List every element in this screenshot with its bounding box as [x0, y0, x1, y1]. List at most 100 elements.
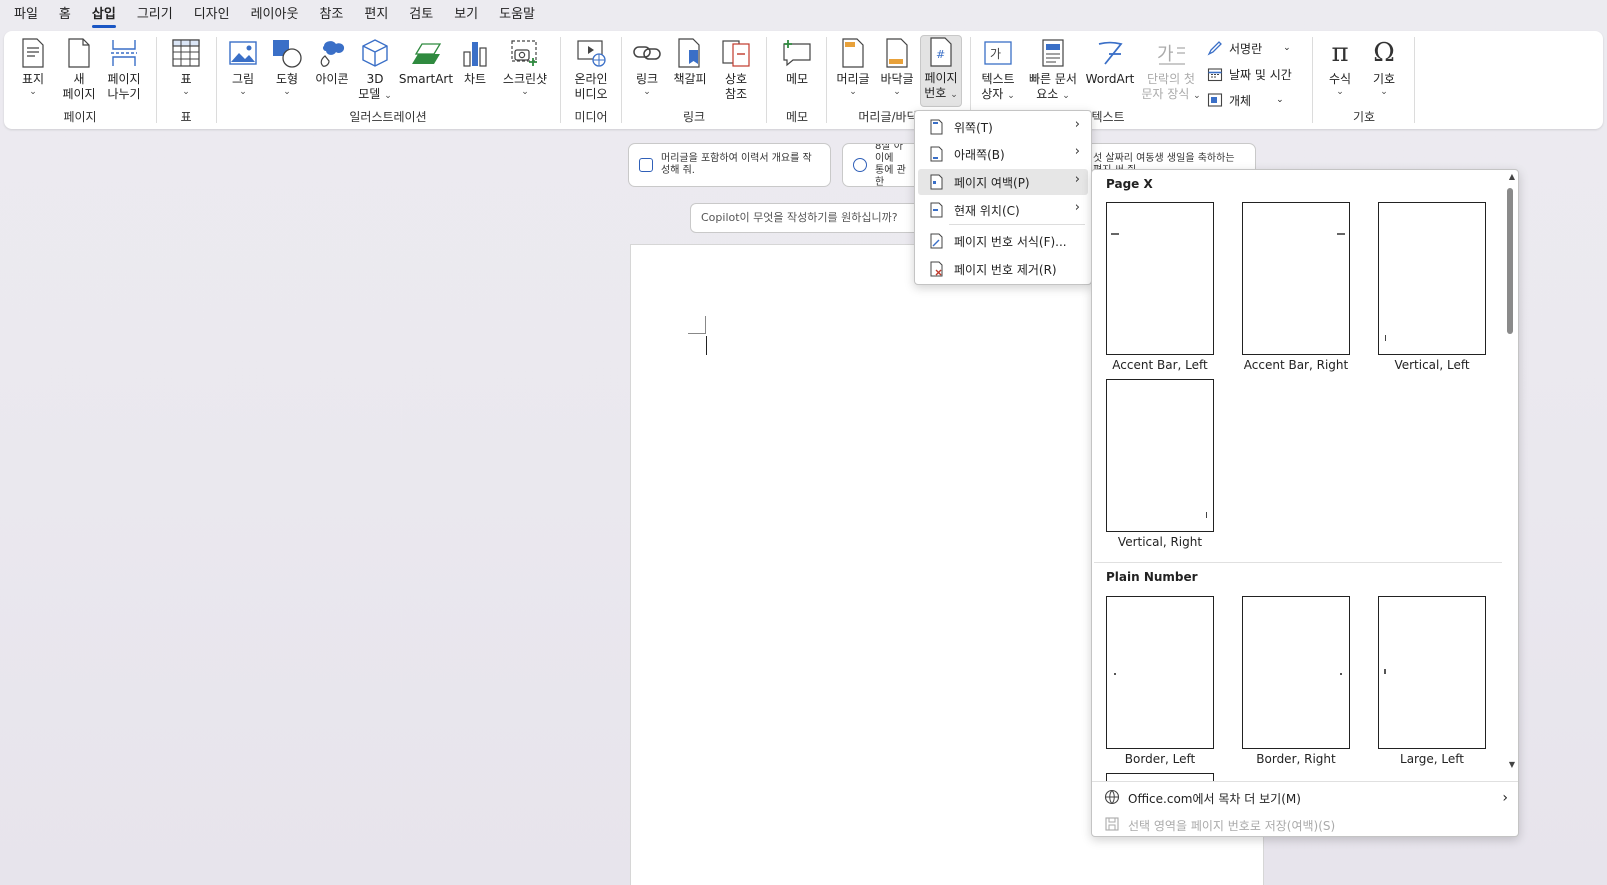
gallery-item-vertical-right[interactable]: [1106, 379, 1214, 532]
chart-button[interactable]: 차트: [456, 37, 494, 87]
more-from-office-button[interactable]: Office.com에서 목차 더 보기(M) ›: [1104, 786, 1508, 810]
group-label-table: 표: [180, 110, 192, 124]
scroll-down-icon[interactable]: ▼: [1509, 760, 1515, 769]
text-box-button[interactable]: 가 텍스트 상자 ⌄: [974, 37, 1022, 102]
gallery-item-accent-bar-left[interactable]: [1106, 202, 1214, 355]
icons-button[interactable]: 아이콘: [312, 37, 352, 87]
text-box-icon: 가: [981, 37, 1015, 69]
link-button[interactable]: 링크 ⌄: [630, 37, 664, 97]
page-number-button[interactable]: # 페이지 번호 ⌄: [920, 35, 962, 107]
gallery-divider: [1094, 562, 1502, 563]
shapes-icon: [270, 37, 304, 69]
bookmark-button[interactable]: 책갈피: [670, 37, 710, 87]
gallery-item-accent-bar-right[interactable]: [1242, 202, 1350, 355]
menu-draw[interactable]: 그리기: [137, 0, 184, 30]
page-number-mark: [1204, 512, 1207, 518]
cover-page-button[interactable]: 표지 ⌄: [18, 37, 48, 97]
group-label-pages: 페이지: [63, 110, 97, 124]
wordart-button[interactable]: WordArt: [1084, 37, 1136, 87]
menu-layout[interactable]: 레이아웃: [251, 0, 310, 30]
symbol-button[interactable]: Ω 기호 ⌄: [1364, 37, 1404, 98]
cross-reference-button[interactable]: 상호 참조: [716, 37, 756, 102]
smartart-icon: [409, 37, 443, 69]
pictures-button[interactable]: 그림 ⌄: [224, 37, 262, 97]
cover-page-icon: [16, 37, 50, 69]
menu-item-remove-page-numbers[interactable]: 페이지 번호 제거(R): [918, 256, 1088, 282]
signature-line-button[interactable]: 서명란 ⌄: [1206, 37, 1291, 59]
menu-design[interactable]: 디자인: [194, 0, 241, 30]
gallery-item-border-left[interactable]: [1106, 596, 1214, 749]
online-video-button[interactable]: 온라인 비디오: [570, 37, 612, 102]
icons-icon: [315, 37, 349, 69]
menu-item-current-position[interactable]: 현재 위치(C) ›: [918, 197, 1088, 223]
comment-icon: [780, 37, 814, 69]
margin-corner-mark: [688, 316, 706, 334]
gallery-item-partial[interactable]: [1106, 773, 1214, 781]
menu-item-top-of-page[interactable]: 위쪽(T) ›: [918, 114, 1088, 140]
3d-models-button[interactable]: 3D 모델 ⌄: [356, 37, 394, 102]
copilot-suggestion-1[interactable]: 머리글을 포함하여 이력서 개요를 작성해 줘.: [628, 143, 831, 187]
gallery-item-large-left[interactable]: [1378, 596, 1486, 749]
menu-item-format-page-numbers[interactable]: 페이지 번호 서식(F)...: [918, 228, 1088, 254]
shapes-button[interactable]: 도형 ⌄: [268, 37, 306, 97]
group-divider: [560, 37, 561, 123]
chevron-down-icon: ⌄: [1193, 91, 1201, 101]
date-time-button[interactable]: 날짜 및 시간: [1206, 63, 1292, 85]
chevron-down-icon: ⌄: [521, 87, 529, 97]
menu-file[interactable]: 파일: [14, 0, 49, 30]
comment-button[interactable]: 메모: [776, 37, 818, 87]
gallery-item-vertical-left[interactable]: [1378, 202, 1486, 355]
table-button[interactable]: 표 ⌄: [166, 37, 206, 97]
menu-mailings[interactable]: 편지: [364, 0, 399, 30]
menu-item-page-margins[interactable]: 페이지 여백(P) ›: [918, 169, 1088, 195]
scrollbar-thumb[interactable]: [1507, 188, 1513, 334]
gallery-section-plain-number: Plain Number: [1106, 570, 1198, 584]
object-icon: [1206, 91, 1224, 109]
menu-review[interactable]: 검토: [409, 0, 444, 30]
smartart-button[interactable]: SmartArt: [399, 37, 453, 87]
gallery-label: Accent Bar, Left: [1112, 358, 1208, 372]
header-button[interactable]: 머리글 ⌄: [832, 37, 874, 97]
gallery-item-border-right[interactable]: [1242, 596, 1350, 749]
group-label-illustrations: 일러스트레이션: [349, 110, 427, 124]
menu-item-bottom-of-page[interactable]: 아래쪽(B) ›: [918, 141, 1088, 167]
page-margins-gallery: Page X Accent Bar, Left Accent Bar, Righ…: [1091, 169, 1519, 837]
group-symbols: π 수식 ⌄ Ω 기호 ⌄ 기호: [1316, 35, 1412, 127]
equation-button[interactable]: π 수식 ⌄: [1320, 37, 1360, 98]
menu-references[interactable]: 참조: [319, 0, 354, 30]
page-number-mark: [1114, 673, 1116, 675]
save-gallery-icon: [1104, 816, 1120, 835]
menu-insert[interactable]: 삽입: [91, 0, 127, 30]
chevron-down-icon: ⌄: [29, 87, 37, 97]
scroll-up-icon[interactable]: ▲: [1509, 172, 1515, 181]
gallery-divider: [1092, 781, 1518, 782]
copilot-prompt-input[interactable]: Copilot이 무엇을 작성하기를 원하십니까?: [690, 203, 930, 233]
drop-cap-icon: 가: [1154, 37, 1188, 69]
link-icon: [630, 37, 664, 69]
quick-parts-button[interactable]: 빠른 문서 요소 ⌄: [1024, 37, 1082, 102]
svg-text:가: 가: [990, 47, 1001, 61]
gallery-label: Large, Left: [1400, 752, 1464, 766]
menu-home[interactable]: 홈: [59, 0, 82, 30]
group-pages: 표지 ⌄ 새 페이지 페이지 나누기 페이지: [10, 35, 150, 127]
page-number-mark: [1340, 673, 1342, 675]
group-label-links: 링크: [682, 110, 706, 124]
gallery-label: Vertical, Right: [1117, 535, 1203, 549]
page-bottom-icon: [930, 146, 943, 162]
text-caret: [706, 336, 707, 355]
group-divider: [766, 37, 767, 123]
chevron-down-icon: ⌄: [893, 87, 901, 97]
screenshot-button[interactable]: 스크린샷 ⌄: [498, 37, 552, 97]
new-page-button[interactable]: 새 페이지: [60, 37, 98, 102]
menu-help[interactable]: 도움말: [499, 0, 546, 30]
footer-button[interactable]: 바닥글 ⌄: [876, 37, 918, 97]
drop-cap-button[interactable]: 가 단락의 첫 문자 장식 ⌄: [1138, 37, 1204, 102]
page-break-button[interactable]: 페이지 나누기: [104, 37, 144, 102]
group-label-symbols: 기호: [1352, 110, 1376, 124]
smiley-icon: [853, 158, 867, 172]
copilot-suggestion-2[interactable]: 8살 아이에 통에 관한: [842, 143, 922, 187]
chevron-right-icon: ›: [1074, 117, 1080, 132]
menu-view[interactable]: 보기: [454, 0, 489, 30]
gallery-label: Border, Right: [1256, 752, 1336, 766]
save-selection-button[interactable]: 선택 영역을 페이지 번호로 저장(여백)(S): [1104, 813, 1335, 836]
